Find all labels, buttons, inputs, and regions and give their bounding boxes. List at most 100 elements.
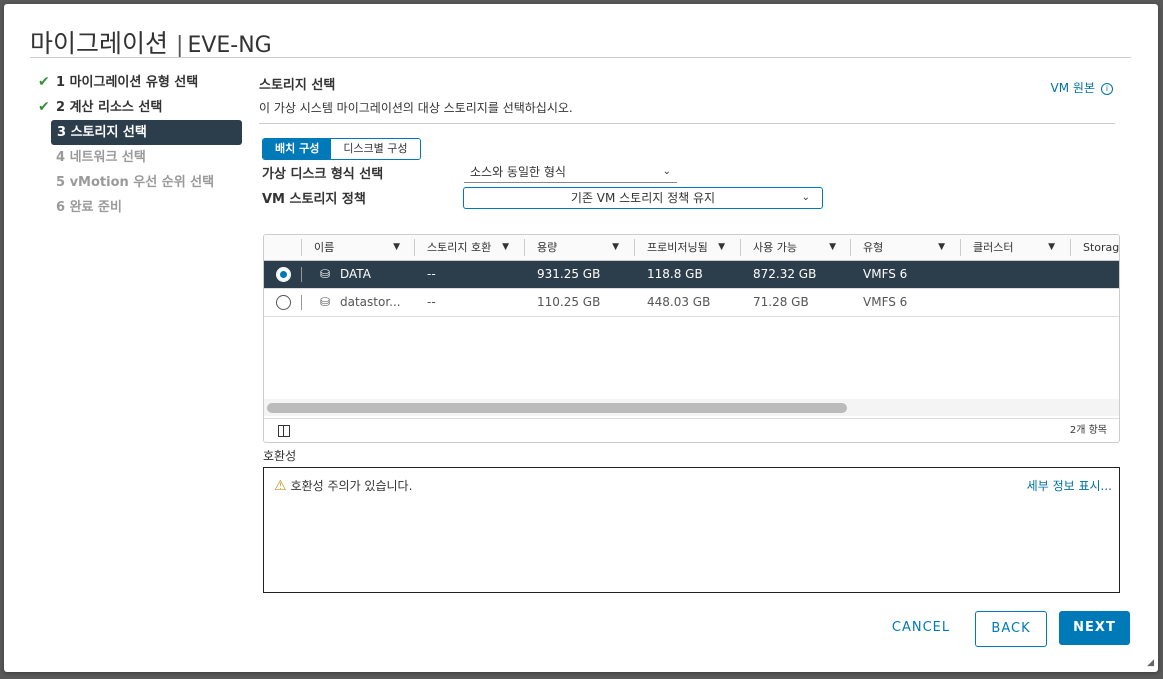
datastore-table: 이름 ▼ 스토리지 호환 ▼ 용량 ▼ 프로비저닝됨 ▼ 사용 가능 ▼ 유형 ▼ 클러스터… [263,234,1120,443]
section-divider [259,123,1115,124]
check-icon: ✔ [38,99,50,115]
info-icon: i [1101,82,1113,95]
item-count: 2개 항목 [1069,425,1107,436]
filter-icon[interactable]: ▼ [1048,235,1055,260]
column-header-free[interactable]: 사용 가능 ▼ [753,235,840,260]
filter-icon[interactable]: ▼ [393,235,400,260]
storage-policy-value: 기존 VM 스토리지 정책 유지 [570,191,716,205]
column-divider [850,239,851,256]
cell-compat: -- [427,267,436,281]
vm-origin-link[interactable]: VM 원본 i [1051,79,1113,96]
datastore-icon: ⛁ [320,295,331,309]
step-label: 1 마이그레이션 유형 선택 [56,75,199,90]
column-label: 용량 [537,241,558,254]
config-mode-toggle: 배치 구성 디스크별 구성 [262,138,421,160]
column-divider [1070,239,1071,256]
column-header-cluster[interactable]: 클러스터 ▼ [973,235,1059,260]
cell-name: datastor... [340,295,401,309]
chevron-down-icon: ⌄ [801,192,810,203]
cell-compat: -- [427,295,436,309]
step-network: 4 네트워크 선택 [34,145,242,170]
column-label: 클러스터 [973,241,1014,254]
next-button[interactable]: NEXT [1059,611,1130,645]
column-label: 스토리지 호환 [427,241,492,254]
step-storage[interactable]: 3 스토리지 선택 [51,120,242,145]
compatibility-label: 호환성 [263,449,297,463]
row-radio[interactable] [276,295,291,310]
section-subtitle: 이 가상 시스템 마이그레이션의 대상 스토리지를 선택하십시오. [259,101,573,115]
dialog-title: 마이그레이션 | EVE-NG [30,24,272,60]
table-row[interactable]: ⛁ DATA -- 931.25 GB 118.8 GB 872.32 GB V… [264,261,1119,289]
column-divider [740,239,741,256]
storage-policy-select[interactable]: 기존 VM 스토리지 정책 유지 ⌄ [463,187,823,209]
filter-icon[interactable]: ▼ [718,235,725,260]
back-button[interactable]: BACK [975,611,1047,647]
step-migration-type[interactable]: ✔ 1 마이그레이션 유형 선택 [34,70,242,95]
step-label: 6 완료 준비 [56,200,122,215]
step-label: 5 vMotion 우선 순위 선택 [56,175,215,190]
wizard-steps: ✔ 1 마이그레이션 유형 선택 ✔ 2 계산 리소스 선택 3 스토리지 선택 4… [34,70,242,220]
column-header-provisioned[interactable]: 프로비저닝됨 ▼ [647,235,729,260]
filter-icon[interactable]: ▼ [612,235,619,260]
column-divider [960,239,961,256]
column-divider [414,239,415,256]
disk-format-select[interactable]: 소스와 동일한 형식 ⌄ [464,162,677,183]
cell-type: VMFS 6 [863,295,908,309]
compatibility-box: ⚠ 호환성 주의가 있습니다. 세부 정보 표시... [263,467,1120,593]
chevron-down-icon: ⌄ [662,166,671,177]
column-label: Storag [1083,241,1120,254]
disk-format-value: 소스와 동일한 형식 [470,165,566,179]
title-divider [30,57,1131,58]
column-header-storage[interactable]: Storag [1083,235,1120,260]
step-vmotion-priority: 5 vMotion 우선 순위 선택 [34,170,242,195]
cell-provisioned: 448.03 GB [647,295,711,309]
column-label: 유형 [863,241,884,254]
column-divider [524,239,525,256]
column-toggle-icon[interactable] [278,425,290,437]
datastore-icon: ⛁ [320,267,331,281]
column-header-compat[interactable]: 스토리지 호환 ▼ [427,235,513,260]
filter-icon[interactable]: ▼ [938,235,945,260]
warning-text: 호환성 주의가 있습니다. [290,479,413,493]
dialog-title-text: 마이그레이션 [30,29,169,58]
cell-capacity: 110.25 GB [537,295,601,309]
resize-handle-icon[interactable]: ◢ [1147,658,1154,668]
step-label: 3 스토리지 선택 [57,125,147,140]
step-label: 2 계산 리소스 선택 [56,100,163,115]
column-label: 프로비저닝됨 [647,241,708,254]
cell-capacity: 931.25 GB [537,267,601,281]
cell-free: 872.32 GB [753,267,817,281]
filter-icon[interactable]: ▼ [502,235,509,260]
title-separator: | [176,33,184,58]
column-header-type[interactable]: 유형 ▼ [863,235,949,260]
column-header-name[interactable]: 이름 ▼ [314,235,404,260]
column-divider [301,239,302,256]
table-header: 이름 ▼ 스토리지 호환 ▼ 용량 ▼ 프로비저닝됨 ▼ 사용 가능 ▼ 유형 ▼ 클러스터… [264,235,1119,261]
row-radio[interactable] [276,267,291,282]
disk-format-label: 가상 디스크 형식 선택 [262,167,384,182]
column-header-capacity[interactable]: 용량 ▼ [537,235,623,260]
step-ready-to-complete: 6 완료 준비 [34,195,242,220]
cell-provisioned: 118.8 GB [647,267,703,281]
row-divider [301,295,302,310]
table-footer: 2개 항목 [264,418,1119,442]
column-divider [634,239,635,256]
compatibility-warning: ⚠ 호환성 주의가 있습니다. [274,477,412,494]
section-title: 스토리지 선택 [259,78,336,93]
step-compute-resource[interactable]: ✔ 2 계산 리소스 선택 [34,95,242,120]
step-label: 4 네트워크 선택 [56,150,146,165]
batch-config-button[interactable]: 배치 구성 [263,139,332,159]
table-row[interactable]: ⛁ datastor... -- 110.25 GB 448.03 GB 71.… [264,289,1119,317]
column-label: 사용 가능 [753,241,797,254]
show-details-link[interactable]: 세부 정보 표시... [1027,477,1112,494]
storage-policy-label: VM 스토리지 정책 [262,192,366,207]
migration-dialog: 마이그레이션 | EVE-NG ✔ 1 마이그레이션 유형 선택 ✔ 2 계산 리소스 … [4,4,1158,672]
column-label: 이름 [314,241,335,254]
cancel-button[interactable]: CANCEL [878,611,964,645]
scrollbar-thumb[interactable] [267,403,847,413]
warning-icon: ⚠ [274,478,287,494]
filter-icon[interactable]: ▼ [829,235,836,260]
per-disk-config-button[interactable]: 디스크별 구성 [331,139,420,159]
cell-type: VMFS 6 [863,267,908,281]
row-divider [301,267,302,282]
